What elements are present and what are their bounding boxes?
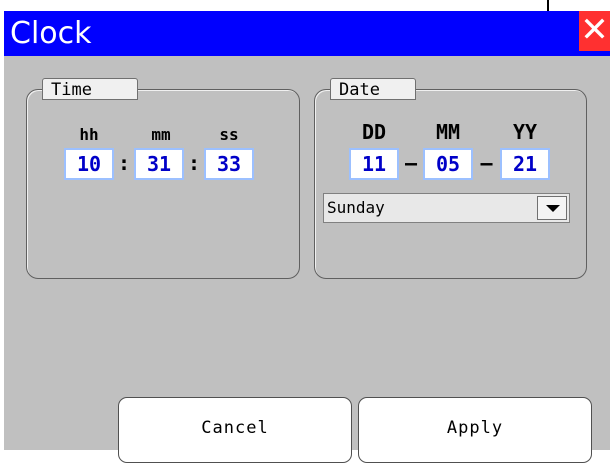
close-button[interactable]: ✕: [579, 11, 610, 51]
minutes-field[interactable]: 31: [134, 148, 184, 180]
chevron-down-icon: [546, 205, 560, 212]
day-field[interactable]: 11: [349, 148, 399, 180]
time-separator: :: [117, 151, 131, 175]
time-group-label: Time: [42, 78, 138, 100]
date-separator: –: [480, 151, 493, 175]
weekday-dropdown-button[interactable]: [537, 196, 567, 220]
year-header: YY: [512, 120, 538, 144]
seconds-field[interactable]: 33: [204, 148, 254, 180]
month-header: MM: [435, 120, 461, 144]
cancel-button[interactable]: Cancel: [118, 397, 352, 463]
apply-button[interactable]: Apply: [358, 397, 592, 463]
minutes-header: mm: [151, 125, 171, 144]
hours-header: hh: [79, 125, 99, 144]
date-group: [314, 89, 587, 279]
seconds-header: ss: [219, 125, 239, 144]
clock-window: Clock ✕ Time hh mm ss 10 : 31 : 33 Date …: [4, 11, 610, 463]
year-field[interactable]: 21: [500, 148, 550, 180]
month-field[interactable]: 05: [423, 148, 473, 180]
title-bar: Clock ✕: [4, 11, 610, 56]
weekday-select[interactable]: Sunday: [323, 193, 570, 223]
weekday-value: Sunday: [327, 198, 385, 217]
window-title: Clock: [10, 16, 92, 51]
date-group-label: Date: [330, 78, 416, 100]
hours-field[interactable]: 10: [64, 148, 114, 180]
time-group: [26, 89, 300, 279]
time-separator: :: [187, 151, 201, 175]
close-icon: ✕: [580, 10, 609, 50]
date-separator: –: [404, 151, 418, 175]
day-header: DD: [361, 120, 387, 144]
window-edge-line: [547, 0, 549, 11]
